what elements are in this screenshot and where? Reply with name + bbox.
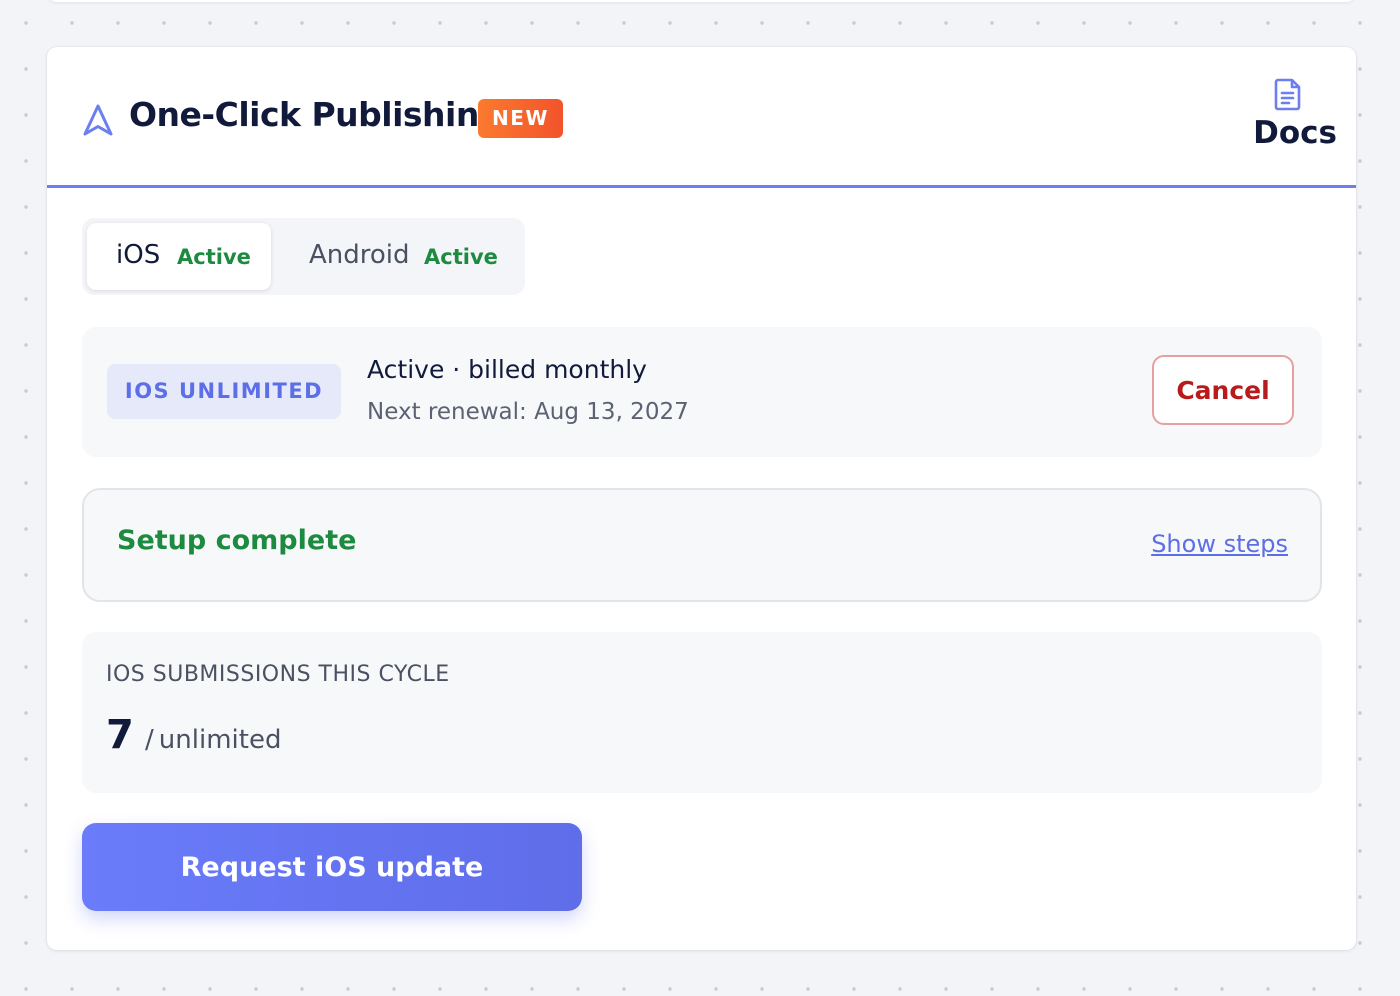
plan-status: Active · billed monthly — [367, 355, 647, 384]
setup-status: Setup complete — [117, 525, 357, 556]
new-badge: NEW — [478, 99, 563, 138]
cancel-button[interactable]: Cancel — [1152, 355, 1294, 425]
platform-tabs: iOS Active Android Active — [82, 218, 525, 295]
setup-panel: Setup complete Show steps — [82, 488, 1322, 602]
usage-value: 7 / unlimited — [106, 712, 281, 758]
previous-card — [47, 0, 1356, 2]
tab-android-status: Active — [424, 245, 498, 269]
plan-panel: IOS UNLIMITED Active · billed monthly Ne… — [82, 327, 1322, 457]
docs-link[interactable]: Docs — [1237, 75, 1337, 155]
plan-badge: IOS UNLIMITED — [107, 364, 341, 419]
card-header: One-Click Publishing NEW Docs — [47, 47, 1356, 188]
tab-android[interactable]: Android Active — [287, 223, 517, 290]
document-icon — [1274, 78, 1301, 111]
usage-panel: IOS SUBMISSIONS THIS CYCLE 7 / unlimited — [82, 632, 1322, 793]
tab-ios-label: iOS — [116, 240, 161, 270]
docs-label: Docs — [1253, 115, 1337, 151]
usage-count: 7 — [106, 712, 134, 758]
tab-ios-status: Active — [177, 245, 251, 269]
plan-renewal: Next renewal: Aug 13, 2027 — [367, 399, 689, 425]
usage-separator: / — [144, 725, 154, 755]
usage-limit: unlimited — [158, 725, 282, 755]
tab-ios[interactable]: iOS Active — [87, 223, 271, 290]
page-title: One-Click Publishing — [129, 95, 502, 134]
show-steps-link[interactable]: Show steps — [1151, 530, 1288, 558]
navigation-arrow-icon — [83, 104, 113, 136]
publishing-card: One-Click Publishing NEW Docs iOS Active… — [47, 47, 1356, 950]
tab-android-label: Android — [309, 240, 410, 270]
usage-label: IOS SUBMISSIONS THIS CYCLE — [106, 662, 450, 687]
request-ios-update-button[interactable]: Request iOS update — [82, 823, 582, 911]
